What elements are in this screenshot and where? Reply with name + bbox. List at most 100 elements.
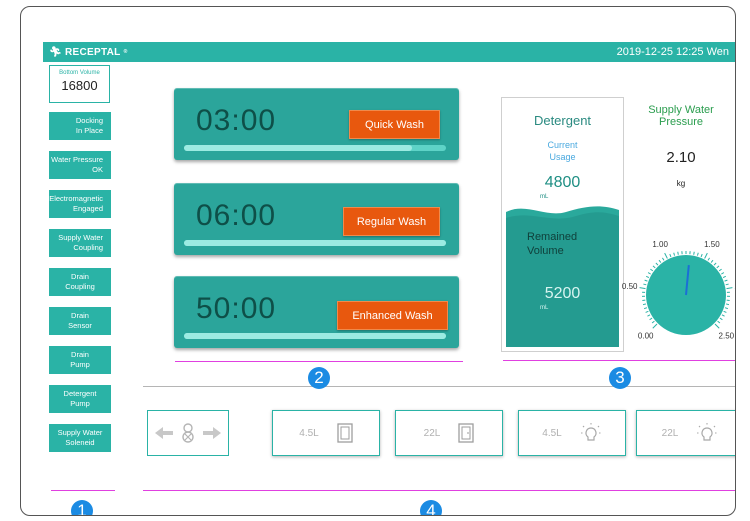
sidebar-item-line-1: Docking — [75, 116, 103, 125]
status-bar: 🏃︎ RECEPTAL ® 2019-12-25 12:25 Wen — [43, 42, 735, 62]
gauge-tick — [664, 252, 668, 259]
enhanced-wash-progress — [184, 333, 446, 339]
gauge-tick — [651, 320, 655, 324]
gauge-tick — [696, 252, 699, 256]
light-small-label: 4.5L — [542, 427, 562, 439]
sidebar-item-drain-pump[interactable]: Drain Pump — [49, 346, 111, 374]
sidebar-item-line-2: Coupling — [65, 282, 95, 291]
sidebar-item-drain-coupling[interactable]: Drain Coupling — [49, 268, 111, 296]
marker-2: 2 — [308, 367, 330, 389]
registered-mark: ® — [123, 49, 128, 55]
pressure-title-2: Pressure — [658, 116, 704, 128]
sidebar-item-water-pressure-ok[interactable]: Water Pressure OK — [49, 151, 111, 179]
gauge-tick — [723, 310, 727, 313]
gauge-tick — [721, 314, 725, 317]
gauge-tick — [647, 314, 651, 317]
sidebar-item-supply-water-soleneid[interactable]: Supply Water Soleneid — [49, 424, 111, 452]
sidebar-item-drain-sensor[interactable]: Drain Sensor — [49, 307, 111, 335]
quick-wash-progress — [184, 145, 446, 151]
gauge-tick — [655, 262, 659, 266]
gauge-tick — [652, 265, 656, 269]
gauge-tick — [693, 251, 695, 255]
door-icon — [458, 423, 474, 443]
light-large-button[interactable]: 22L — [636, 410, 735, 456]
gauge-tick — [724, 279, 728, 282]
gauge-tick — [650, 268, 654, 272]
gauge-tick — [725, 303, 730, 306]
sidebar-item-line-1: Detergent — [63, 389, 97, 398]
progress-fill — [184, 240, 446, 246]
light-large-label: 22L — [661, 427, 679, 439]
gauge-tick — [645, 310, 649, 313]
pressure-title-1: Supply Water — [648, 104, 714, 116]
gauge-tick — [721, 272, 725, 275]
sidebar-item-line-1: Drain — [71, 272, 89, 281]
marker-3: 3 — [609, 367, 631, 389]
sidebar-item-line-1: Supply Water — [58, 233, 103, 242]
gauge-tick — [724, 307, 729, 310]
gauge-tick — [669, 253, 672, 258]
gauge-tick-label: 0.50 — [622, 282, 638, 291]
gauge-tick — [710, 259, 714, 263]
progress-fill — [184, 333, 446, 339]
guide-line-1 — [51, 490, 115, 491]
gauge-tick — [652, 323, 658, 329]
gauge-tick — [673, 252, 676, 256]
detergent-title: Detergent — [533, 113, 592, 128]
sidebar-item-docking-in-place[interactable]: Docking In Place — [49, 112, 111, 140]
remained-label-2: Volume — [527, 245, 564, 257]
lightbulb-icon — [580, 423, 601, 441]
gauge-tick — [704, 252, 708, 259]
pan-arrows-icon — [155, 423, 221, 443]
bottom-volume-value: 16800 — [61, 78, 98, 93]
gauge-tick — [644, 279, 648, 282]
gauge-tick — [714, 323, 720, 329]
bottom-volume-box: Bottom Volume 16800 — [49, 65, 110, 103]
sidebar-item-detergent-pump[interactable]: Detergent Pump — [49, 385, 111, 413]
light-small-button[interactable]: 4.5L — [518, 410, 626, 456]
door-large-button[interactable]: 22L — [395, 410, 503, 456]
enhanced-wash-button[interactable]: Enhanced Wash — [337, 301, 448, 330]
gauge-tick — [639, 287, 646, 290]
pressure-value: 2.10 — [666, 149, 696, 166]
door-small-button[interactable]: 4.5L — [272, 410, 380, 456]
gauge-tick — [662, 257, 665, 261]
sidebar-item-supply-water-coupling[interactable]: Supply Water Coupling — [49, 229, 111, 257]
door-icon — [337, 423, 353, 443]
datetime: 2019-12-25 12:25 Wen — [616, 46, 729, 58]
sidebar-item-line-2: Sensor — [68, 321, 92, 330]
pan-control-button[interactable] — [147, 410, 229, 456]
sidebar-item-electromagnetic-engaged[interactable]: Electromagnetic Engaged — [49, 190, 111, 218]
bottom-volume-label: Bottom Volume — [59, 70, 100, 76]
pressure-unit: kg — [676, 179, 686, 188]
sidebar-item-line-2: Pump — [70, 399, 90, 408]
status-sidebar: Bottom Volume 16800 Docking In Place Water… — [49, 65, 111, 452]
lightbulb-icon — [697, 423, 718, 441]
marker-4: 4 — [420, 500, 442, 515]
gauge-tick — [717, 320, 721, 324]
quick-wash-panel: 03:00 Quick Wash — [174, 88, 459, 160]
gauge-tick-label: 2.00 — [735, 282, 736, 291]
enhanced-wash-panel: 50:00 Enhanced Wash — [174, 276, 459, 348]
gauge-tick-label: 1.00 — [652, 240, 668, 249]
gauge-tick — [719, 317, 723, 321]
gauge-tick — [718, 268, 722, 272]
remained-volume-unit: mL — [540, 305, 549, 311]
enhanced-wash-time: 50:00 — [196, 292, 277, 325]
sidebar-item-line-1: Water Pressure — [51, 155, 103, 164]
regular-wash-button[interactable]: Regular Wash — [343, 207, 440, 236]
gauge-tick-label: 1.50 — [704, 240, 720, 249]
gauge-tick — [642, 303, 647, 306]
sidebar-item-line-2: Soleneid — [65, 438, 95, 447]
gauge-tick-label: 2.50 — [719, 331, 735, 340]
gauge-tick — [643, 307, 648, 310]
gauge-tick — [725, 283, 729, 286]
current-usage-label-1: Current — [547, 140, 578, 150]
brand-logo: 🏃︎ RECEPTAL ® — [49, 47, 128, 58]
quick-wash-button[interactable]: Quick Wash — [349, 110, 440, 139]
sidebar-item-line-1: Electromagnetic — [49, 194, 103, 203]
current-usage-unit: mL — [540, 194, 549, 200]
current-usage-label-2: Usage — [549, 152, 576, 162]
sidebar-item-line-2: In Place — [75, 126, 103, 135]
current-usage-label: Current Usage — [506, 139, 619, 163]
